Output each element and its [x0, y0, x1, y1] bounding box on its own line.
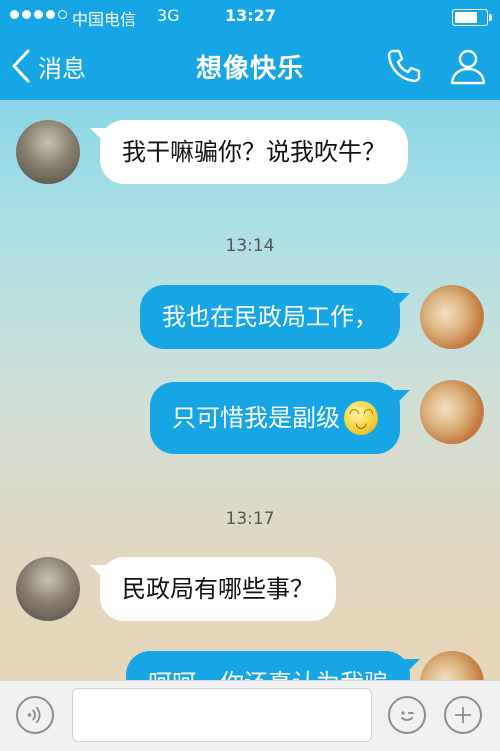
emoji-icon	[401, 711, 414, 721]
phone-icon	[387, 49, 421, 83]
top-bar: 中国电信 3G 13:27 消息 想像快乐	[0, 0, 500, 100]
plus-icon	[454, 706, 472, 724]
profile-button[interactable]	[448, 46, 488, 86]
input-bar	[0, 680, 500, 751]
chat-area[interactable]: 我干嘛骗你？说我吹牛？ 13:14 我也在民政局工作， 只可惜我是副级 13:1…	[0, 100, 500, 680]
friend-avatar[interactable]	[16, 557, 80, 621]
message-timestamp: 13:17	[225, 509, 275, 529]
emoji-button[interactable]	[388, 696, 426, 734]
voice-button[interactable]	[16, 696, 54, 734]
network-type: 3G	[157, 6, 180, 25]
signal-strength-icon	[10, 10, 67, 19]
message-text: 我也在民政局工作，	[162, 302, 378, 331]
call-button[interactable]	[384, 46, 424, 86]
message-bubble-outgoing[interactable]: 只可惜我是副级	[150, 382, 400, 454]
my-avatar[interactable]	[420, 380, 484, 444]
plus-button[interactable]	[444, 696, 482, 734]
my-avatar[interactable]	[420, 285, 484, 349]
message-text: 呵呵，你还真认为我骗	[148, 669, 388, 680]
carrier-label: 中国电信	[72, 10, 137, 29]
person-icon	[450, 49, 486, 85]
message-timestamp: 13:14	[225, 236, 275, 256]
message-text: 只可惜我是副级	[172, 403, 340, 432]
nav-bar: 消息 想像快乐	[0, 32, 500, 100]
message-text: 我干嘛骗你？说我吹牛？	[122, 137, 386, 166]
chat-title: 想像快乐	[195, 54, 304, 84]
voice-icon	[27, 706, 41, 724]
message-bubble-incoming[interactable]: 民政局有哪些事？	[100, 557, 336, 621]
status-time: 13:27	[225, 6, 276, 25]
message-bubble-outgoing[interactable]: 我也在民政局工作，	[140, 285, 400, 349]
my-avatar[interactable]	[420, 651, 484, 680]
battery-icon	[452, 9, 492, 26]
smile-emoji-icon	[344, 401, 378, 435]
message-bubble-outgoing[interactable]: 呵呵，你还真认为我骗	[126, 651, 410, 680]
friend-avatar[interactable]	[16, 120, 80, 184]
status-bar: 中国电信 3G 13:27	[0, 0, 500, 32]
message-bubble-incoming[interactable]: 我干嘛骗你？说我吹牛？	[100, 120, 408, 184]
message-text: 民政局有哪些事？	[122, 574, 314, 603]
message-input[interactable]	[72, 688, 372, 742]
